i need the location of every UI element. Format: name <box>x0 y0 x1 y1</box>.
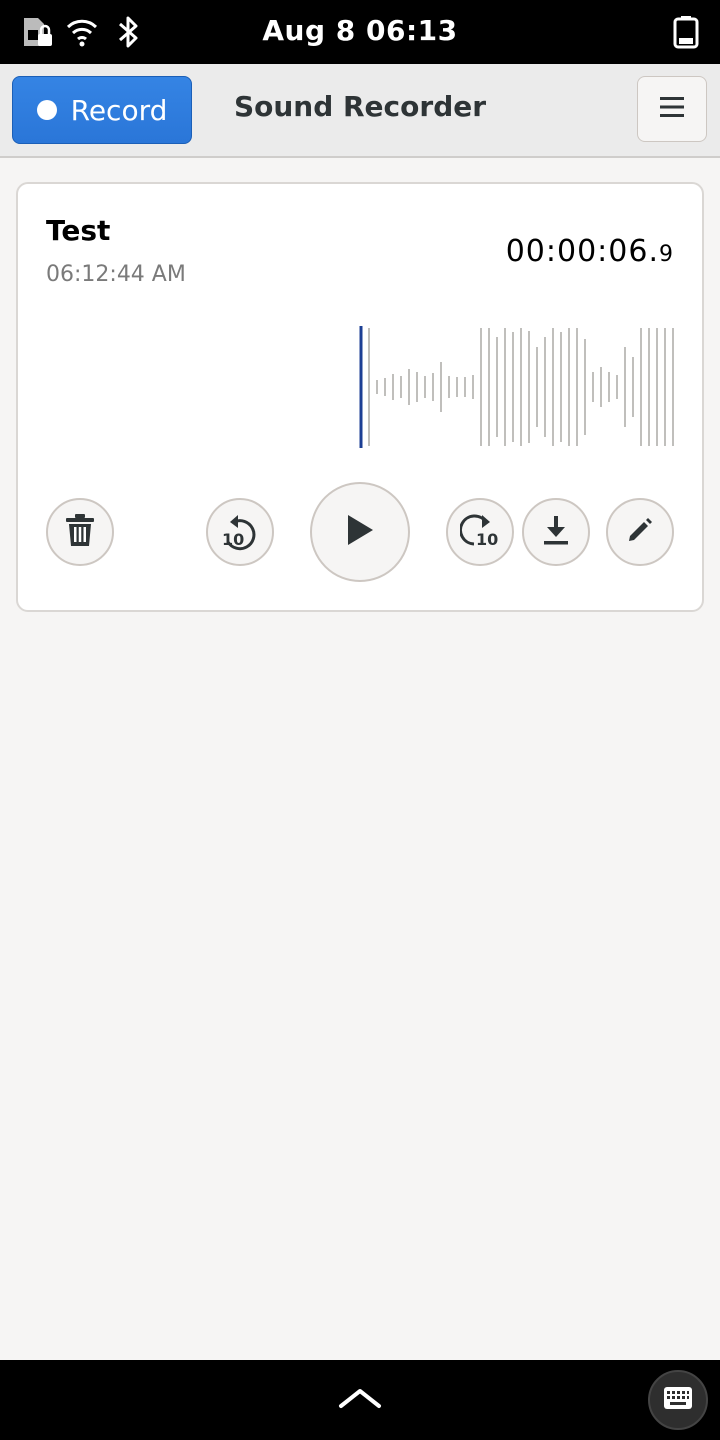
recording-row[interactable]: Test 06:12:44 AM 00:00:06.9 10 10 <box>16 182 704 612</box>
trash-icon <box>65 513 95 551</box>
record-dot-icon <box>36 100 57 120</box>
seek-forward-button[interactable]: 10 <box>446 498 514 566</box>
status-clock: Aug 8 06:13 <box>262 14 458 47</box>
hamburger-menu-icon <box>660 96 684 122</box>
keyboard-toggle-button[interactable] <box>648 1370 708 1430</box>
export-button[interactable] <box>522 498 590 566</box>
recording-name: Test <box>46 214 111 247</box>
pencil-icon <box>626 516 654 548</box>
seek-forward-label: 10 <box>476 530 499 549</box>
record-button-label: Record <box>70 93 168 127</box>
recording-time: 06:12:44 AM <box>46 262 186 287</box>
duration-main: 00:00:06. <box>505 234 659 269</box>
download-icon <box>542 514 570 550</box>
bottom-bar <box>0 1360 720 1440</box>
keyboard-icon <box>663 1386 693 1414</box>
chevron-up-icon[interactable] <box>338 1386 382 1414</box>
rename-button[interactable] <box>606 498 674 566</box>
play-icon <box>345 513 375 551</box>
play-button[interactable] <box>310 482 410 582</box>
record-button[interactable]: Record <box>12 76 192 144</box>
waveform[interactable] <box>18 324 706 450</box>
duration-tenths: 9 <box>659 242 674 267</box>
main-menu-button[interactable] <box>637 76 707 142</box>
delete-button[interactable] <box>46 498 114 566</box>
seek-forward-10-icon: 10 <box>460 512 500 552</box>
recording-duration: 00:00:06.9 <box>506 234 674 269</box>
seek-back-label: 10 <box>222 530 245 549</box>
status-bar: Aug 8 06:13 <box>0 0 720 64</box>
seek-back-button[interactable]: 10 <box>206 498 274 566</box>
seek-back-10-icon: 10 <box>220 512 260 552</box>
battery-icon <box>672 14 700 54</box>
app-title: Sound Recorder <box>233 90 487 123</box>
header-bar: Record Sound Recorder <box>0 64 720 158</box>
